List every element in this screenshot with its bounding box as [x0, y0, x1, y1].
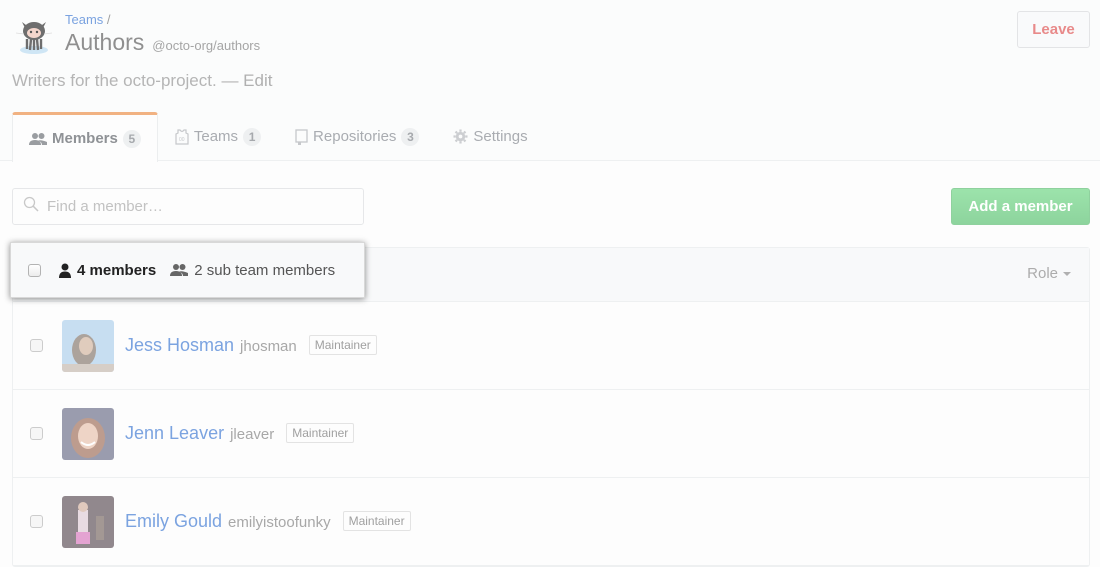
- tab-members-counter: 5: [122, 129, 141, 148]
- people-icon: [170, 263, 189, 277]
- member-login: jleaver: [230, 426, 275, 443]
- tab-teams-label: Teams: [193, 128, 239, 145]
- person-icon: [59, 263, 71, 278]
- select-all-checkbox[interactable]: [28, 263, 41, 277]
- gear-icon: [453, 129, 468, 144]
- tab-members[interactable]: Members 5: [12, 112, 158, 162]
- octocat-avatar-icon: [15, 22, 53, 54]
- team-tabs: Members 5 00 Teams 1 Repositories 3 Sett…: [12, 112, 545, 162]
- member-row: Jenn Leaver jleaver Maintainer: [13, 390, 1089, 478]
- leave-button[interactable]: Leave: [1017, 11, 1090, 48]
- member-checkbox[interactable]: [30, 515, 43, 528]
- add-member-button[interactable]: Add a member: [951, 188, 1090, 225]
- member-count-highlight: 4 members 2 sub team members: [10, 242, 365, 298]
- tab-teams[interactable]: 00 Teams 1: [158, 112, 278, 161]
- member-name-link[interactable]: Jess Hosman: [125, 335, 234, 355]
- jersey-icon: 00: [175, 128, 189, 145]
- member-checkbox[interactable]: [30, 427, 43, 440]
- tab-teams-counter: 1: [243, 127, 262, 146]
- repo-icon: [295, 128, 308, 145]
- member-row: Jess Hosman jhosman Maintainer: [13, 302, 1089, 390]
- member-row: Emily Gould emilyistoofunky Maintainer: [13, 478, 1089, 566]
- page-title: Authors @octo-org/authors: [65, 29, 260, 56]
- people-icon: [29, 132, 47, 146]
- sub-team-members-label: 2 sub team members: [194, 261, 336, 279]
- search-input[interactable]: [45, 197, 345, 216]
- member-login: emilyistoofunky: [228, 514, 331, 531]
- tab-settings[interactable]: Settings: [436, 112, 544, 161]
- description-text: Writers for the octo-project.: [12, 71, 217, 90]
- role-badge: Maintainer: [308, 335, 377, 355]
- member-search[interactable]: [12, 188, 364, 225]
- role-badge: Maintainer: [342, 511, 411, 531]
- member-name-link[interactable]: Emily Gould: [125, 511, 222, 531]
- description-separator: —: [221, 71, 239, 90]
- member-name-link[interactable]: Jenn Leaver: [125, 423, 224, 443]
- sub-team-members-count[interactable]: 2 sub team members: [170, 262, 335, 279]
- caret-down-icon: [1063, 271, 1071, 276]
- tab-repositories-label: Repositories: [313, 128, 397, 145]
- avatar: [62, 320, 114, 372]
- member-login: jhosman: [240, 338, 297, 355]
- role-badge: Maintainer: [286, 423, 355, 443]
- members-count-label: 4 members: [77, 261, 157, 279]
- avatar: [62, 496, 114, 548]
- avatar: [62, 408, 114, 460]
- team-description: Writers for the octo-project. — Edit: [12, 71, 272, 91]
- breadcrumb-teams-link[interactable]: Teams: [65, 12, 103, 27]
- role-filter-dropdown[interactable]: Role: [1027, 265, 1071, 282]
- team-slug: @octo-org/authors: [152, 38, 261, 53]
- team-name: Authors: [65, 29, 145, 55]
- search-icon: [23, 196, 39, 217]
- team-header: Teams / Authors @octo-org/authors Writers…: [0, 0, 1100, 162]
- svg-text:00: 00: [179, 137, 185, 143]
- member-checkbox[interactable]: [30, 339, 43, 352]
- edit-description-link[interactable]: Edit: [243, 71, 272, 90]
- breadcrumb-separator: /: [106, 12, 111, 27]
- breadcrumb: Teams /: [65, 12, 111, 27]
- tab-members-label: Members: [52, 130, 118, 147]
- role-filter-label: Role: [1027, 265, 1058, 282]
- tab-settings-label: Settings: [473, 128, 528, 145]
- tab-repositories[interactable]: Repositories 3: [278, 112, 436, 161]
- members-count[interactable]: 4 members: [59, 262, 156, 279]
- tab-repositories-counter: 3: [401, 127, 420, 146]
